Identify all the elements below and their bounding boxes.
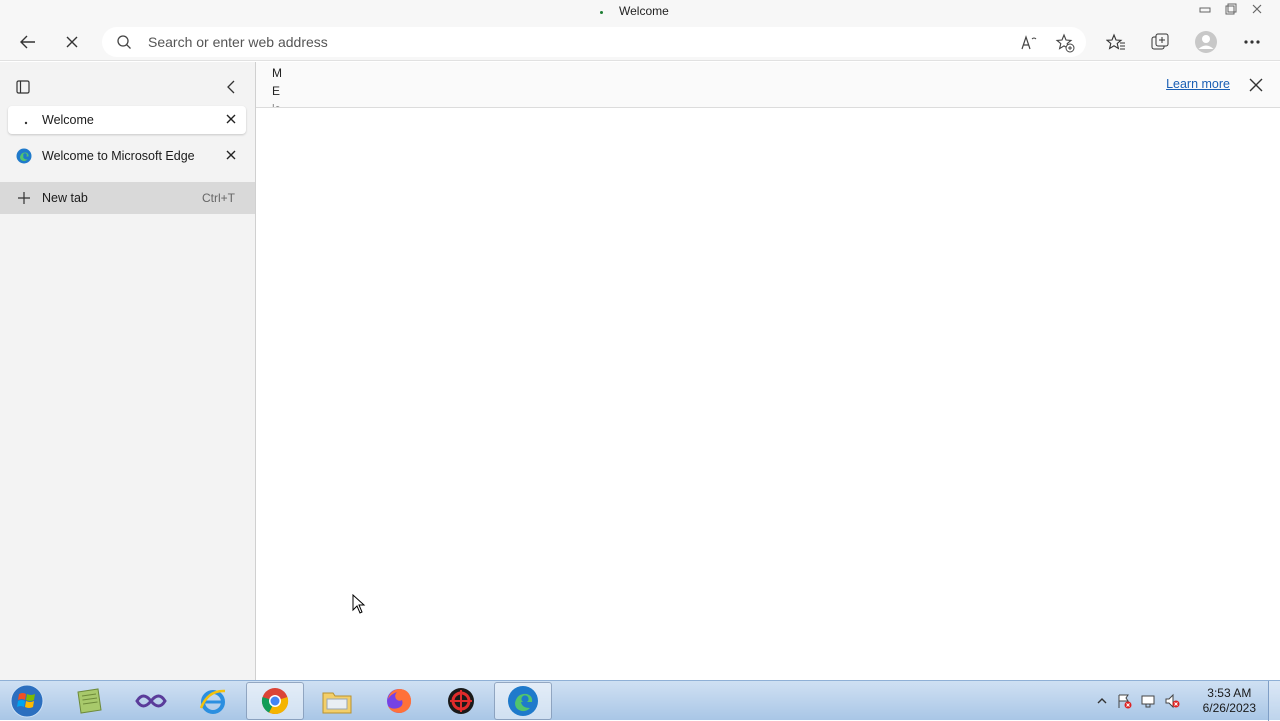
tab-actions-icon[interactable] [14,78,32,96]
system-tray: 3:53 AM 6/26/2023 [1090,681,1280,721]
notes-app-icon[interactable] [60,682,118,720]
vertical-tabs-pane: Welcome Welcome to Microsoft Edge New ta… [0,62,256,680]
visual-studio-icon[interactable] [122,682,180,720]
edge-icon [16,148,32,164]
back-arrow-icon[interactable] [16,30,40,54]
page-content[interactable] [256,108,1280,680]
read-aloud-icon[interactable] [1018,32,1040,54]
edge-icon[interactable] [494,682,552,720]
browser-toolbar [0,23,1280,61]
file-explorer-icon[interactable] [308,682,366,720]
clock-date: 6/26/2023 [1202,701,1256,715]
tab-label: Welcome [42,113,94,127]
volume-muted-icon[interactable] [1164,693,1180,709]
taskbar: 3:53 AM 6/26/2023 [0,680,1280,721]
info-message-line: E [272,84,281,98]
stop-loading-icon[interactable] [60,30,84,54]
tab-welcome[interactable]: Welcome [8,106,246,134]
collapse-pane-icon[interactable] [222,78,240,96]
chrome-icon[interactable] [246,682,304,720]
clock-time: 3:53 AM [1207,686,1252,700]
favorites-icon[interactable] [1104,30,1128,54]
info-message-line: is [272,100,286,107]
collections-icon[interactable] [1148,30,1172,54]
new-tab-shortcut: Ctrl+T [202,191,235,205]
clock[interactable]: 3:53 AM 6/26/2023 [1203,686,1256,716]
minimize-button[interactable] [1194,1,1216,17]
action-center-flag-icon[interactable] [1116,693,1132,709]
firefox-icon[interactable] [370,682,428,720]
address-bar[interactable] [102,27,1086,57]
show-hidden-icons-icon[interactable] [1094,693,1110,709]
profile-icon[interactable] [1194,30,1218,54]
learn-more-link[interactable]: Learn more [1166,77,1230,91]
tab-welcome-to-edge[interactable]: Welcome to Microsoft Edge [8,142,246,170]
plus-icon [16,190,32,209]
mouse-cursor-icon [352,593,366,619]
close-tab-icon[interactable] [224,148,238,162]
new-tab-button[interactable]: New tab Ctrl+T [0,182,255,214]
internet-explorer-icon[interactable] [184,682,242,720]
window-title-area: Welcome [600,4,669,18]
search-icon [116,34,132,55]
title-bar: Welcome [0,0,1280,23]
restore-button[interactable] [1220,1,1242,17]
address-input[interactable] [148,32,988,52]
security-app-icon[interactable] [432,682,490,720]
close-tab-icon[interactable] [224,112,238,126]
start-button[interactable] [6,682,48,720]
more-icon[interactable] [1240,30,1264,54]
close-window-button[interactable] [1246,1,1268,17]
new-tab-label: New tab [42,191,88,205]
info-message-line: M [272,66,282,80]
close-infobar-icon[interactable] [1248,77,1264,93]
loading-dot-icon [16,112,32,128]
window-title: Welcome [619,4,669,18]
network-icon[interactable] [1140,693,1156,709]
window-controls [1194,1,1268,17]
add-favorite-icon[interactable] [1054,32,1076,54]
info-message: M E is [272,64,286,107]
tab-label: Welcome to Microsoft Edge [42,149,195,163]
info-bar: M E is Learn more [256,62,1280,108]
loading-dot-icon [600,11,603,14]
show-desktop-button[interactable] [1268,681,1280,721]
